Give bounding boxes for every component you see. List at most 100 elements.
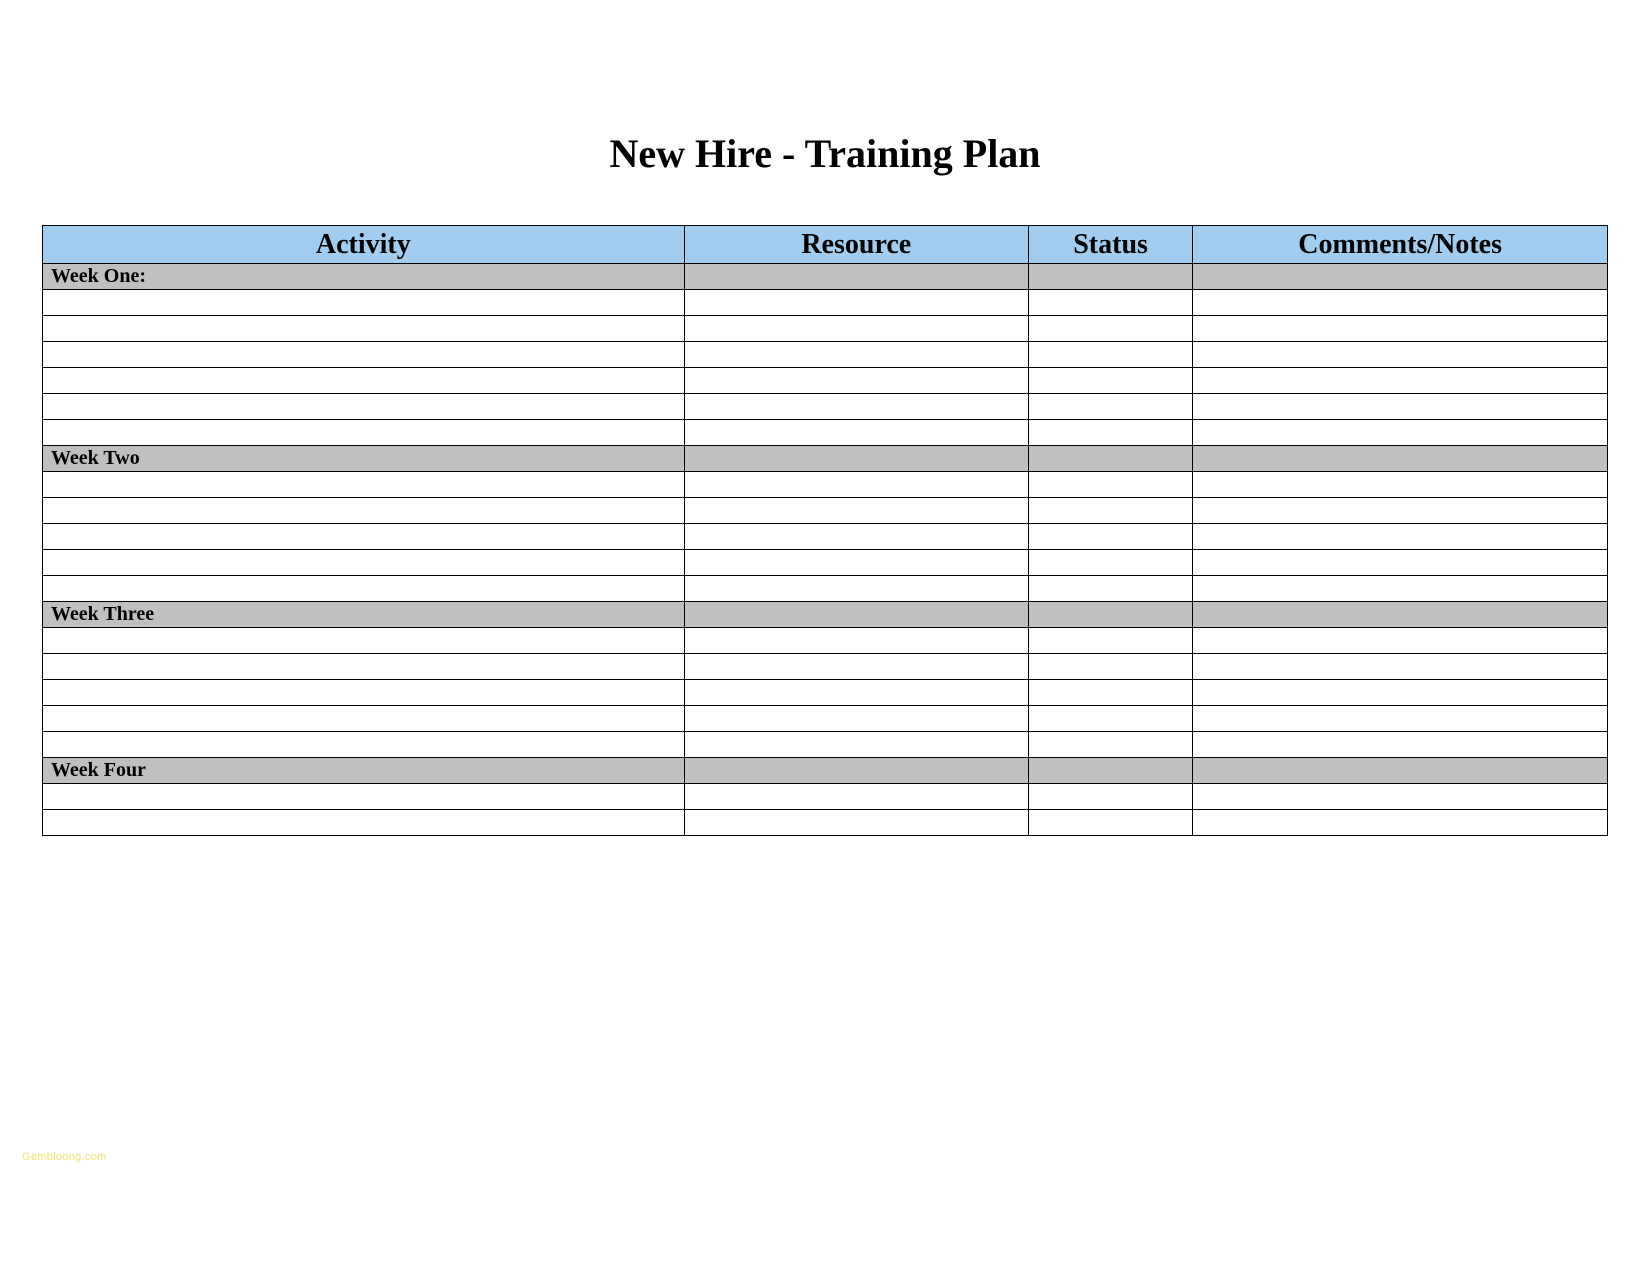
watermark-text: Gembloong.com (22, 1151, 107, 1163)
table-cell (1028, 420, 1192, 446)
col-header-comments: Comments/Notes (1193, 226, 1608, 264)
table-cell (1193, 576, 1608, 602)
document-page: New Hire - Training Plan Activity Resour… (0, 0, 1650, 836)
table-cell (43, 316, 685, 342)
table-cell (684, 732, 1028, 758)
table-row (43, 680, 1608, 706)
table-cell (1028, 316, 1192, 342)
table-cell (1028, 810, 1192, 836)
table-row (43, 810, 1608, 836)
section-empty-cell (684, 446, 1028, 472)
table-cell (1193, 290, 1608, 316)
table-cell (43, 784, 685, 810)
table-row (43, 784, 1608, 810)
table-row (43, 706, 1608, 732)
section-empty-cell (1028, 446, 1192, 472)
table-cell (684, 420, 1028, 446)
section-row: Week One: (43, 264, 1608, 290)
table-cell (43, 420, 685, 446)
table-cell (684, 706, 1028, 732)
table-cell (1028, 342, 1192, 368)
table-cell (1193, 550, 1608, 576)
table-cell (43, 498, 685, 524)
table-cell (1193, 342, 1608, 368)
table-cell (1193, 524, 1608, 550)
table-row (43, 368, 1608, 394)
table-cell (43, 550, 685, 576)
table-cell (684, 342, 1028, 368)
col-header-activity: Activity (43, 226, 685, 264)
table-cell (43, 576, 685, 602)
table-cell (1028, 732, 1192, 758)
table-cell (43, 394, 685, 420)
table-cell (684, 810, 1028, 836)
table-cell (1193, 420, 1608, 446)
table-row (43, 498, 1608, 524)
table-cell (1193, 706, 1608, 732)
table-cell (1028, 628, 1192, 654)
table-row (43, 550, 1608, 576)
table-cell (1193, 732, 1608, 758)
table-cell (1193, 394, 1608, 420)
table-cell (1193, 472, 1608, 498)
col-header-resource: Resource (684, 226, 1028, 264)
section-empty-cell (1193, 264, 1608, 290)
table-cell (684, 784, 1028, 810)
table-cell (43, 290, 685, 316)
section-empty-cell (684, 264, 1028, 290)
table-row (43, 420, 1608, 446)
table-cell (1193, 368, 1608, 394)
table-row (43, 628, 1608, 654)
table-cell (684, 680, 1028, 706)
table-cell (684, 524, 1028, 550)
table-cell (1193, 628, 1608, 654)
table-cell (1193, 654, 1608, 680)
section-empty-cell (1193, 446, 1608, 472)
table-cell (1028, 550, 1192, 576)
table-cell (1028, 706, 1192, 732)
section-label-cell: Week Three (43, 602, 685, 628)
table-cell (1028, 290, 1192, 316)
table-cell (1028, 654, 1192, 680)
table-row (43, 576, 1608, 602)
section-empty-cell (1193, 602, 1608, 628)
table-cell (684, 472, 1028, 498)
table-row (43, 394, 1608, 420)
section-empty-cell (1193, 758, 1608, 784)
section-label-cell: Week One: (43, 264, 685, 290)
page-title: New Hire - Training Plan (42, 130, 1608, 177)
table-cell (43, 810, 685, 836)
table-row (43, 472, 1608, 498)
table-cell (43, 342, 685, 368)
section-empty-cell (1028, 758, 1192, 784)
table-row (43, 654, 1608, 680)
table-cell (684, 498, 1028, 524)
section-row: Week Four (43, 758, 1608, 784)
table-row (43, 732, 1608, 758)
table-cell (43, 472, 685, 498)
table-cell (43, 628, 685, 654)
table-cell (1028, 524, 1192, 550)
table-cell (1028, 784, 1192, 810)
table-cell (684, 316, 1028, 342)
table-cell (1028, 368, 1192, 394)
table-cell (684, 550, 1028, 576)
table-body: Week One: Week Two Week Three Week Four (43, 264, 1608, 836)
table-cell (1028, 498, 1192, 524)
table-cell (1193, 316, 1608, 342)
table-row (43, 316, 1608, 342)
table-cell (684, 576, 1028, 602)
table-cell (684, 628, 1028, 654)
section-label-cell: Week Two (43, 446, 685, 472)
col-header-status: Status (1028, 226, 1192, 264)
table-cell (1193, 810, 1608, 836)
table-cell (684, 368, 1028, 394)
table-cell (1193, 784, 1608, 810)
table-cell (43, 524, 685, 550)
table-cell (684, 654, 1028, 680)
table-row (43, 290, 1608, 316)
section-empty-cell (684, 758, 1028, 784)
table-cell (43, 732, 685, 758)
section-empty-cell (1028, 264, 1192, 290)
section-row: Week Two (43, 446, 1608, 472)
